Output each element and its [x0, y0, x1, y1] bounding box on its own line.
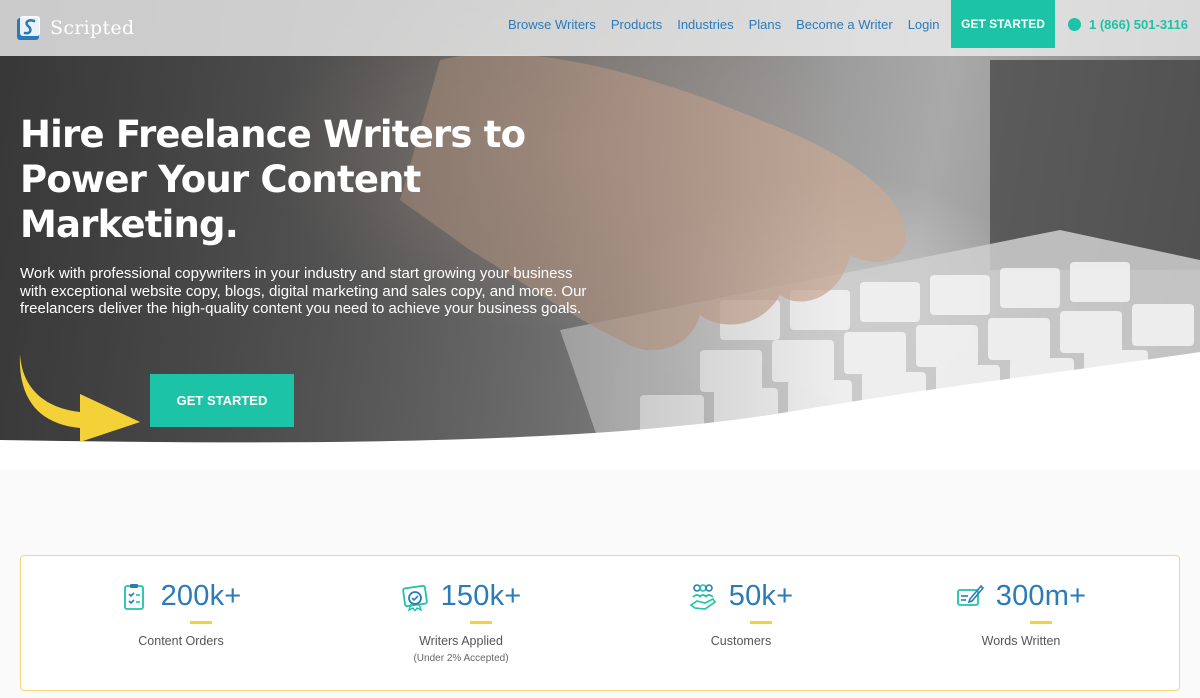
writer-badge-icon	[401, 584, 428, 611]
scripted-logo-icon	[17, 16, 40, 40]
stat-content-orders: 200k+ Content Orders	[41, 556, 321, 692]
nav-link-browse-writers[interactable]: Browse Writers	[508, 17, 596, 32]
stat-value: 200k+	[160, 580, 242, 612]
phone-icon	[1068, 18, 1081, 31]
brand-name: Scripted	[50, 17, 135, 39]
stat-customers: 50k+ Customers	[601, 556, 881, 692]
stat-divider	[470, 621, 492, 624]
top-navbar: Scripted Browse Writers Products Industr…	[0, 0, 1200, 56]
brand-logo[interactable]: Scripted	[16, 10, 134, 46]
nav-link-products[interactable]: Products	[611, 17, 662, 32]
customers-hand-icon	[689, 583, 716, 610]
stat-divider	[750, 621, 772, 624]
stat-value: 300m+	[995, 580, 1087, 612]
stat-sublabel: (Under 2% Accepted)	[413, 653, 509, 664]
stat-label: Writers Applied	[419, 634, 503, 648]
hero-title: Hire Freelance Writers to Power Your Con…	[20, 113, 526, 246]
stat-label: Content Orders	[138, 634, 224, 648]
stat-divider	[1030, 621, 1052, 624]
stat-label: Words Written	[981, 634, 1061, 648]
pen-writing-icon	[956, 584, 984, 606]
nav-get-started-button[interactable]: GET STARTED	[951, 0, 1055, 48]
nav-link-plans[interactable]: Plans	[749, 17, 782, 32]
stat-label: Customers	[710, 634, 772, 648]
stat-words-written: 300m+ Words Written	[881, 556, 1161, 692]
yellow-arrow-icon	[19, 354, 141, 442]
stat-value: 50k+	[728, 580, 794, 612]
phone-number: 1 (866) 501-3116	[1089, 17, 1189, 32]
stats-panel: 200k+ Content Orders 150k+ Writers Appli…	[20, 555, 1180, 691]
clipboard-checklist-icon	[123, 583, 144, 610]
nav-phone-link[interactable]: 1 (866) 501-3116	[1068, 17, 1188, 32]
main-nav: Browse Writers Products Industries Plans…	[508, 17, 955, 32]
nav-link-become-a-writer[interactable]: Become a Writer	[796, 17, 893, 32]
stat-writers-applied: 150k+ Writers Applied (Under 2% Accepted…	[321, 556, 601, 692]
stat-divider	[190, 621, 212, 624]
stat-value: 150k+	[440, 580, 522, 612]
hero-description: Work with professional copywriters in yo…	[20, 265, 587, 318]
hero-get-started-button[interactable]: GET STARTED	[150, 374, 294, 427]
nav-link-industries[interactable]: Industries	[677, 17, 733, 32]
nav-link-login[interactable]: Login	[908, 17, 940, 32]
